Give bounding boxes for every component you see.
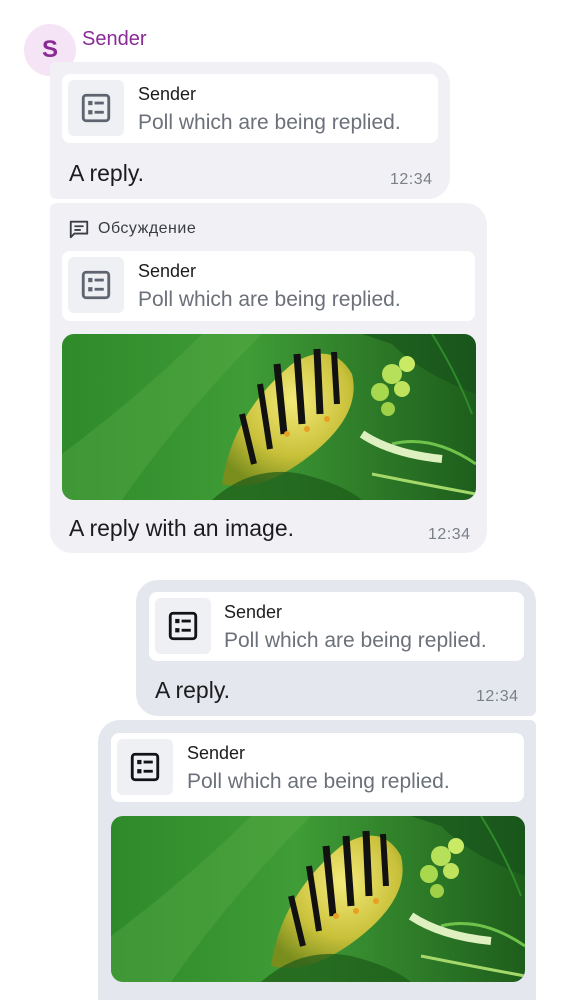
poll-icon (155, 598, 211, 654)
avatar-initial: S (41, 36, 58, 63)
poll-icon (68, 257, 124, 313)
poll-icon (117, 739, 173, 795)
reply-sender: Sender (138, 84, 197, 104)
message-time: 12:34 (428, 526, 471, 543)
reply-sender: Sender (138, 261, 197, 281)
message-time: 12:34 (476, 688, 519, 705)
reply-text: Poll which are being replied. (187, 770, 450, 793)
comment-icon (68, 218, 90, 240)
caterpillar-photo[interactable] (62, 334, 476, 500)
reply-sender: Sender (224, 602, 283, 622)
reply-sender: Sender (187, 743, 246, 763)
sender-name[interactable]: Sender (82, 28, 147, 51)
thread-label-text: Обсуждение (98, 220, 197, 237)
reply-preview[interactable]: Sender Poll which are being replied. (111, 733, 524, 802)
caterpillar-photo[interactable] (111, 816, 525, 982)
message-text: A reply with an image. (69, 515, 295, 541)
thread-label[interactable]: Обсуждение (68, 218, 196, 240)
reply-preview[interactable]: Sender Poll which are being replied. (62, 251, 475, 321)
message-time: 12:34 (390, 171, 433, 188)
message-bubble[interactable]: Обсуждение Sender Poll which are being r… (50, 203, 487, 553)
poll-icon (68, 80, 124, 136)
reply-text: Poll which are being replied. (224, 629, 487, 652)
reply-preview[interactable]: Sender Poll which are being replied. (149, 592, 524, 661)
reply-text: Poll which are being replied. (138, 288, 401, 311)
message-text: A reply. (155, 677, 230, 703)
message-bubble[interactable]: Sender Poll which are being replied. A r… (50, 62, 450, 199)
reply-text: Poll which are being replied. (138, 111, 401, 134)
reply-preview[interactable]: Sender Poll which are being replied. (62, 74, 438, 143)
chat-screen: S Sender Sender Poll which are being rep… (0, 0, 562, 1000)
message-bubble[interactable]: Sender Poll which are being replied. A r… (136, 580, 536, 716)
message-bubble[interactable]: Sender Poll which are being replied. (98, 720, 536, 1000)
message-text: A reply. (69, 160, 144, 186)
